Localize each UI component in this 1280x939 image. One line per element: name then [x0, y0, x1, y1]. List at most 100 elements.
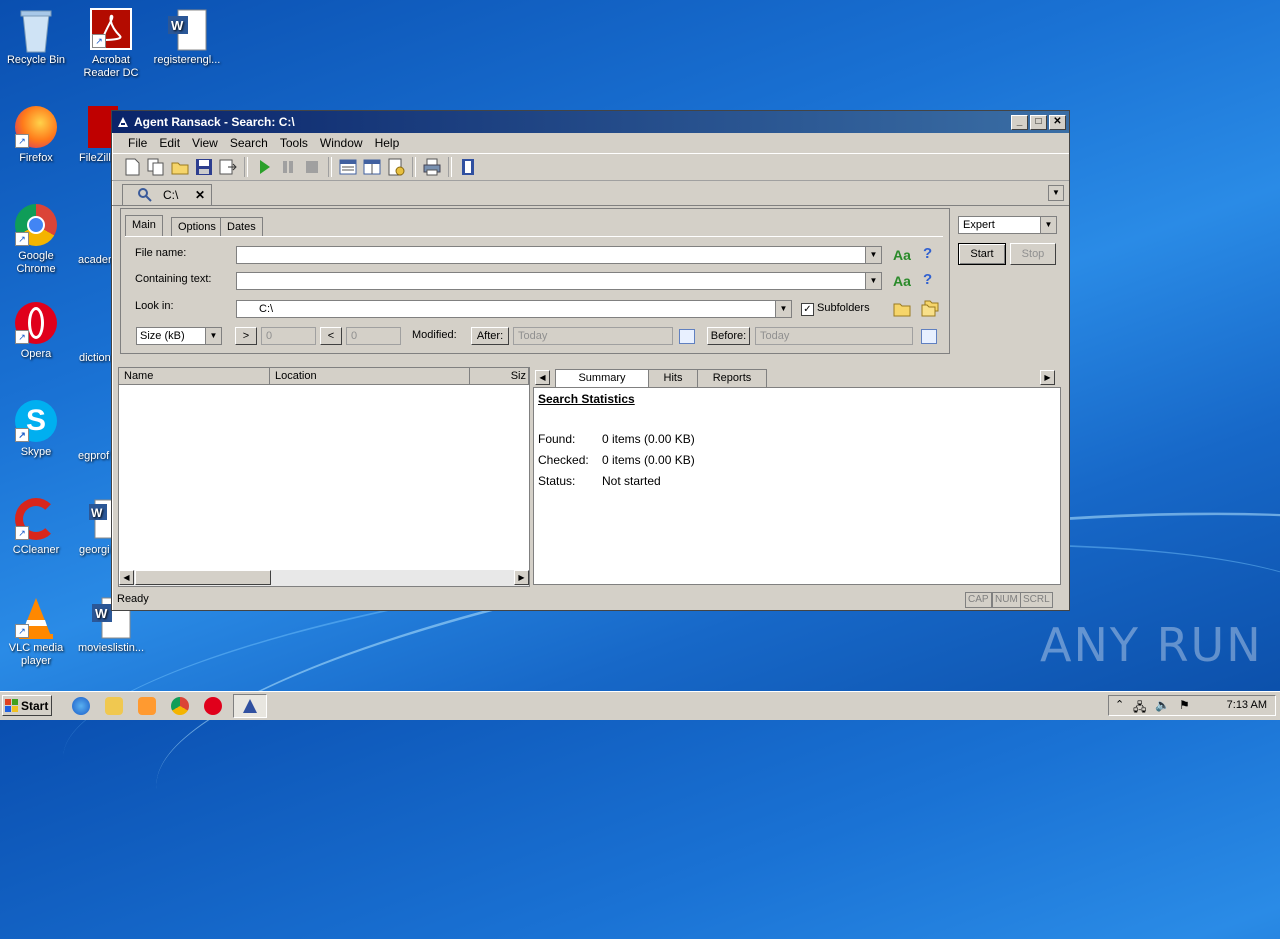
scroll-left-icon[interactable]: ◀ [119, 570, 134, 585]
desktop-icon-academic[interactable]: acaden [78, 254, 114, 266]
tab-scroll-left-icon[interactable]: ◀ [535, 370, 550, 385]
menu-help[interactable]: Help [369, 136, 406, 150]
network-icon[interactable]: 🖧 [1133, 698, 1146, 719]
action-center-flag-icon[interactable]: ⚑ [1179, 698, 1190, 712]
look-in-input[interactable]: C:\ ▼ [236, 300, 792, 318]
less-than-button[interactable]: < [320, 327, 342, 345]
scroll-right-icon[interactable]: ▶ [514, 570, 529, 585]
options-icon[interactable] [386, 157, 406, 177]
column-header-location[interactable]: Location [270, 368, 470, 385]
help-icon[interactable]: ? [923, 271, 932, 288]
new-icon[interactable] [122, 157, 142, 177]
file-explorer-icon[interactable] [105, 697, 123, 715]
size-unit-select[interactable]: Size (kB) ▼ [136, 327, 222, 345]
shortcut-arrow-icon: ↗ [15, 624, 29, 638]
menu-tools[interactable]: Tools [274, 136, 314, 150]
desktop-icon-egprof[interactable]: egprof [78, 450, 109, 462]
save-icon[interactable] [194, 157, 214, 177]
desktop-icon-acrobat[interactable]: ↗ Acrobat Reader DC [76, 8, 146, 80]
copy-icon[interactable] [146, 157, 166, 177]
tab-dates[interactable]: Dates [220, 217, 263, 236]
start-button-taskbar[interactable]: Start [2, 695, 52, 716]
svg-text:W: W [91, 506, 103, 520]
show-hidden-icons[interactable]: ⌃ [1115, 698, 1124, 711]
tab-summary[interactable]: Summary [555, 369, 649, 389]
open-icon[interactable] [170, 157, 190, 177]
desktop-icon-vlc[interactable]: ↗ VLC media player [1, 596, 71, 668]
title-bar[interactable]: Agent Ransack - Search: C:\ _ □ ✕ [112, 111, 1069, 133]
chevron-down-icon[interactable]: ▼ [865, 273, 881, 289]
desktop-icon-opera[interactable]: ↗ Opera [1, 302, 71, 361]
file-name-input[interactable]: ▼ [236, 246, 882, 264]
horizontal-scrollbar[interactable]: ◀ ▶ [119, 570, 529, 586]
tab-reports[interactable]: Reports [697, 369, 767, 387]
size-max-input[interactable]: 0 [346, 327, 401, 345]
print-icon[interactable] [422, 157, 442, 177]
tab-close-icon[interactable]: ✕ [195, 188, 205, 202]
greater-than-button[interactable]: > [235, 327, 257, 345]
minimize-button[interactable]: _ [1011, 114, 1028, 130]
desktop-icon-registerengl[interactable]: W registerengl... [152, 8, 222, 67]
help-book-icon[interactable] [458, 157, 478, 177]
clock[interactable]: 7:13 AM [1227, 699, 1267, 711]
window-layout-icon[interactable] [362, 157, 382, 177]
menu-view[interactable]: View [186, 136, 224, 150]
desktop-icon-chrome[interactable]: ↗ Google Chrome [1, 204, 71, 276]
desktop-icon-ccleaner[interactable]: ↗ CCleaner [1, 498, 71, 557]
calendar-icon[interactable] [679, 329, 695, 344]
internet-explorer-icon[interactable] [72, 697, 90, 715]
mode-select[interactable]: Expert ▼ [958, 216, 1057, 234]
start-button[interactable]: Start [958, 243, 1006, 265]
stop-icon[interactable] [302, 157, 322, 177]
multiple-folders-icon[interactable] [921, 299, 939, 317]
tab-search-c[interactable]: C:\ ✕ [122, 184, 212, 205]
scroll-thumb[interactable] [135, 570, 271, 585]
chrome-taskbar-icon[interactable] [171, 697, 189, 715]
stop-button[interactable]: Stop [1010, 243, 1056, 265]
tab-scroll-right-icon[interactable]: ▶ [1040, 370, 1055, 385]
column-header-name[interactable]: Name [119, 368, 270, 385]
results-list[interactable]: Name Location Siz ◀ ▶ [118, 367, 530, 587]
match-case-icon[interactable]: Aa [893, 273, 911, 289]
containing-text-input[interactable]: ▼ [236, 272, 882, 290]
start-search-icon[interactable] [254, 157, 274, 177]
pause-icon[interactable] [278, 157, 298, 177]
agent-ransack-window[interactable]: Agent Ransack - Search: C:\ _ □ ✕ File E… [111, 110, 1070, 611]
before-date-input[interactable]: Today [755, 327, 913, 345]
results-detail-panel: ◀ Summary Hits Reports ▶ Search Statisti… [533, 367, 1061, 585]
tab-dropdown-button[interactable]: ▼ [1048, 185, 1064, 201]
desktop-icon-recycle-bin[interactable]: Recycle Bin [1, 8, 71, 67]
menu-search[interactable]: Search [224, 136, 274, 150]
chevron-down-icon[interactable]: ▼ [865, 247, 881, 263]
tab-hits[interactable]: Hits [648, 369, 698, 387]
help-icon[interactable]: ? [923, 245, 932, 262]
browse-folder-icon[interactable] [893, 301, 911, 317]
layout-icon[interactable] [338, 157, 358, 177]
chevron-down-icon[interactable]: ▼ [775, 301, 791, 317]
column-header-size[interactable]: Siz [470, 368, 529, 385]
menu-edit[interactable]: Edit [153, 136, 186, 150]
agent-ransack-taskbar-button[interactable] [233, 694, 267, 718]
after-button[interactable]: After: [471, 327, 509, 345]
tab-main[interactable]: Main [125, 215, 163, 236]
menu-file[interactable]: File [122, 136, 153, 150]
tab-options[interactable]: Options [171, 217, 223, 236]
desktop-icon-firefox[interactable]: ↗ Firefox [1, 106, 71, 165]
before-button[interactable]: Before: [707, 327, 750, 345]
chevron-down-icon[interactable]: ▼ [1040, 217, 1056, 233]
maximize-button[interactable]: □ [1030, 114, 1047, 130]
media-player-icon[interactable] [138, 697, 156, 715]
chevron-down-icon[interactable]: ▼ [205, 328, 221, 344]
menu-window[interactable]: Window [314, 136, 369, 150]
calendar-icon[interactable] [921, 329, 937, 344]
volume-icon[interactable]: 🔈 [1155, 698, 1170, 712]
subfolders-checkbox[interactable]: ✓ [801, 303, 814, 316]
close-button[interactable]: ✕ [1049, 114, 1066, 130]
export-icon[interactable] [218, 157, 238, 177]
size-min-input[interactable]: 0 [261, 327, 316, 345]
desktop-icon-skype[interactable]: S ↗ Skype [1, 400, 71, 459]
after-date-input[interactable]: Today [513, 327, 673, 345]
desktop-icon-dictionary[interactable]: diction [79, 352, 111, 364]
match-case-icon[interactable]: Aa [893, 247, 911, 263]
opera-taskbar-icon[interactable] [204, 697, 222, 715]
